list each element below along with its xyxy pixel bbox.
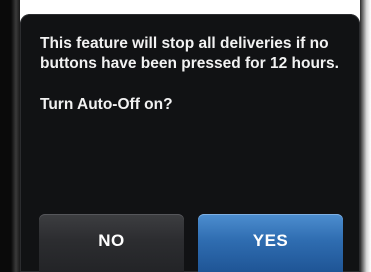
auto-off-dialog: This feature will stop all deliveries if… [20,14,360,272]
no-button-label: NO [98,231,125,250]
dialog-question: Turn Auto-Off on? [40,96,173,113]
yes-button[interactable]: YES [198,214,343,272]
device-frame: This feature will stop all deliveries if… [0,0,371,272]
device-bezel-right [360,0,371,272]
dialog-message-area: This feature will stop all deliveries if… [40,34,345,115]
frame-top-margin [20,0,360,14]
no-button[interactable]: NO [39,214,184,272]
dialog-message: This feature will stop all deliveries if… [40,35,339,72]
device-bezel-left [0,0,20,272]
yes-button-label: YES [252,231,289,250]
